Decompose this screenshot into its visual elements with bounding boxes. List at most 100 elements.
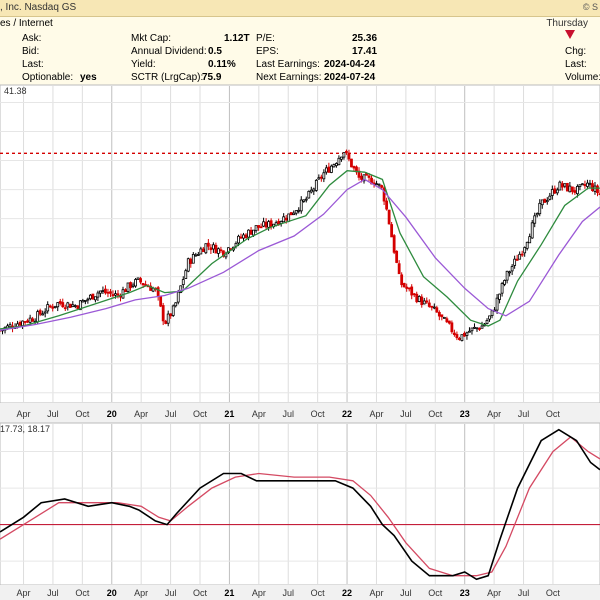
price-bar-body (204, 243, 208, 254)
oscillator-legend: 17.73, 18.17 (0, 424, 50, 434)
price-bar-body (458, 338, 461, 340)
price-bar-body (134, 279, 137, 287)
price-bar-body (400, 274, 404, 286)
price-bar-body (297, 209, 301, 212)
price-bar-body (437, 311, 441, 317)
price-bar-body (41, 313, 45, 316)
price-bar-body (340, 156, 343, 160)
price-bar-body (523, 247, 527, 254)
x-tick-label-bottom: 20 (107, 588, 117, 598)
price-bar-body (410, 286, 414, 296)
price-bar-body (520, 253, 524, 256)
x-tick-label-bottom: Apr (134, 588, 148, 598)
price-bar (442, 316, 446, 319)
price-bar-body (578, 184, 582, 187)
price-bar-body (555, 189, 559, 194)
price-bar-body (560, 183, 564, 188)
x-tick-label-bottom: Jul (165, 588, 177, 598)
price-bar-body (73, 305, 77, 307)
price-bar-body (131, 284, 135, 287)
x-tick-label-bottom: 23 (460, 588, 470, 598)
price-bar-body (58, 301, 62, 304)
price-bar-body (292, 212, 296, 216)
price-bar-body (540, 199, 544, 206)
price-bar-body (56, 302, 60, 308)
price-bar-body (294, 210, 298, 214)
price-bar-body (397, 263, 401, 275)
price-bar-body (402, 283, 406, 288)
x-tick-label-bottom: 21 (224, 588, 234, 598)
x-tick-label: Jul (400, 409, 412, 419)
price-bar-body (322, 172, 326, 180)
price-bar-body (254, 225, 258, 232)
price-bar (329, 164, 333, 174)
price-bar-body (307, 190, 311, 199)
price-bar-body (242, 234, 245, 239)
x-tick-label-bottom: Jul (282, 588, 294, 598)
price-bar (387, 209, 391, 225)
price-bar-body (26, 320, 30, 323)
x-tick-label: 23 (460, 409, 470, 419)
price-bar-body (518, 253, 522, 260)
price-bar-body (533, 215, 537, 224)
price-bar-body (309, 189, 313, 193)
price-bar-body (417, 296, 421, 302)
price-bar-body (312, 188, 316, 192)
price-bar-body (36, 311, 40, 323)
x-tick-label: Oct (428, 409, 443, 419)
price-bar-body (317, 177, 321, 180)
x-tick-label: Oct (75, 409, 90, 419)
price-bar-body (46, 304, 50, 312)
price-bar-body (513, 258, 517, 266)
price-bar-body (164, 320, 168, 324)
price-bar-body (335, 163, 338, 166)
price-bar-body (18, 322, 22, 326)
price-bar-body (169, 313, 173, 317)
price-bar-body (329, 165, 333, 173)
x-tick-label: 20 (107, 409, 117, 419)
price-bar-body (101, 290, 105, 292)
price-bar-body (23, 321, 27, 323)
price-bar-body (31, 318, 35, 322)
price-bar-body (8, 324, 12, 328)
price-bar-body (43, 311, 47, 314)
price-bar (134, 277, 137, 288)
x-tick-label-bottom: Oct (193, 588, 208, 598)
price-bar-body (239, 236, 243, 239)
price-bar-body (380, 185, 383, 188)
x-tick-label: Apr (134, 409, 148, 419)
price-bar (392, 234, 396, 255)
price-bar-body (463, 332, 466, 337)
price-bar-body (392, 235, 396, 253)
price-bar-body (430, 305, 434, 308)
price-bar-body (593, 185, 597, 192)
price-bar (460, 334, 464, 342)
x-tick-label-bottom: Jul (400, 588, 412, 598)
price-bar-body (332, 164, 336, 168)
x-tick-label-bottom: 22 (342, 588, 352, 598)
price-bar-body (350, 158, 353, 168)
price-bar-body (543, 198, 547, 203)
price-bar-body (71, 304, 75, 307)
price-bar-body (181, 279, 185, 285)
price-bar (289, 212, 293, 216)
price-bar-body (21, 320, 24, 327)
price-bar-body (211, 244, 215, 250)
price-bar-body (66, 302, 70, 308)
price-bar-body (427, 302, 431, 307)
price-bar-body (347, 153, 351, 160)
x-tick-label: 22 (342, 409, 352, 419)
x-tick-label: Jul (282, 409, 294, 419)
price-bar-body (302, 199, 306, 202)
price-bar-body (596, 185, 599, 194)
price-bar-body (495, 297, 499, 311)
price-bar (159, 296, 163, 308)
price-bar-body (106, 291, 110, 294)
price-bar-body (473, 326, 476, 329)
x-tick-label: Oct (546, 409, 561, 419)
price-bar-body (257, 225, 260, 228)
price-bar-body (563, 183, 567, 187)
price-bar-body (327, 166, 331, 173)
price-bar-body (387, 209, 391, 225)
x-tick-label: 21 (224, 409, 234, 419)
